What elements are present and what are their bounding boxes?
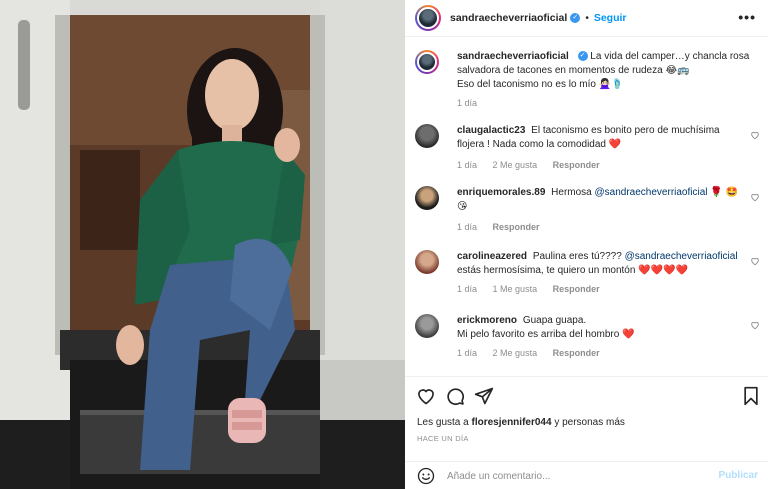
heart-icon[interactable] bbox=[750, 192, 760, 202]
likes-user[interactable]: floresjennifer044 bbox=[472, 417, 552, 428]
header-username[interactable]: sandraecheverriaoficial bbox=[450, 12, 567, 24]
reply-button[interactable]: Responder bbox=[493, 222, 540, 232]
comment-item: enriquemorales.89 Hermosa @sandraechever… bbox=[415, 186, 760, 236]
comment-input[interactable] bbox=[447, 466, 707, 486]
reply-button[interactable]: Responder bbox=[553, 284, 600, 294]
more-icon[interactable]: ••• bbox=[738, 9, 756, 25]
comment-body: carolineazered Paulina eres tú???? @sand… bbox=[457, 250, 738, 278]
post-sidebar: sandraecheverriaoficial ✓ • Seguir ••• s… bbox=[405, 0, 768, 489]
emoji-icon[interactable] bbox=[417, 467, 435, 485]
comment-text: Paulina eres tú???? bbox=[532, 251, 622, 262]
comment-emoji: ❤️ bbox=[622, 329, 635, 340]
comment-meta: 1 día 2 Me gusta Responder bbox=[457, 348, 613, 358]
post-time: HACE UN DÍA bbox=[417, 434, 469, 443]
comment-meta: 1 día 2 Me gusta Responder bbox=[457, 160, 613, 170]
comment-body: enriquemorales.89 Hermosa @sandraechever… bbox=[457, 186, 738, 214]
follow-button[interactable]: Seguir bbox=[594, 12, 627, 24]
comment-text-2: estás hermosísima, te quiero un montón bbox=[457, 265, 636, 276]
reply-button[interactable]: Responder bbox=[553, 348, 600, 358]
comment-time: 1 día bbox=[457, 222, 478, 232]
share-icon[interactable] bbox=[474, 386, 494, 406]
likes-suffix: y personas más bbox=[554, 417, 625, 428]
comment-item: erickmoreno Guapa guapa. Mi pelo favorit… bbox=[415, 314, 760, 364]
comment-likes[interactable]: 2 Me gusta bbox=[493, 348, 538, 358]
comment-username[interactable]: claugalactic23 bbox=[457, 125, 525, 136]
avatar[interactable] bbox=[415, 314, 439, 338]
comments-list[interactable]: sandraecheverriaoficial ✓ La vida del ca… bbox=[405, 38, 768, 376]
caption-text-2: Eso del taconismo no es lo mío 🙅🏻‍♀️🩴 bbox=[457, 79, 624, 90]
avatar[interactable] bbox=[415, 186, 439, 210]
comment-likes[interactable]: 1 Me gusta bbox=[493, 284, 538, 294]
comment-meta: 1 día 1 Me gusta Responder bbox=[457, 284, 613, 294]
comment-likes[interactable]: 2 Me gusta bbox=[493, 160, 538, 170]
caption-body: sandraecheverriaoficial ✓ La vida del ca… bbox=[457, 50, 760, 92]
caption-avatar[interactable] bbox=[415, 50, 439, 74]
comment-mention[interactable]: @sandraecheverriaoficial bbox=[625, 251, 738, 262]
heart-icon[interactable] bbox=[416, 386, 436, 406]
comment-username[interactable]: carolineazered bbox=[457, 251, 527, 262]
comment-username[interactable]: erickmoreno bbox=[457, 315, 517, 326]
post-header: sandraecheverriaoficial ✓ • Seguir ••• bbox=[405, 0, 768, 37]
comment-body: claugalactic23 El taconismo es bonito pe… bbox=[457, 124, 738, 152]
likes-summary[interactable]: Les gusta a floresjennifer044 y personas… bbox=[417, 417, 625, 428]
comment-emoji: ❤️ bbox=[608, 139, 622, 150]
heart-icon[interactable] bbox=[750, 130, 760, 140]
publish-button[interactable]: Publicar bbox=[719, 470, 758, 481]
caption-time: 1 día bbox=[457, 98, 478, 108]
heart-icon[interactable] bbox=[750, 320, 760, 330]
caption-username[interactable]: sandraecheverriaoficial bbox=[457, 51, 569, 62]
comment-body: erickmoreno Guapa guapa. Mi pelo favorit… bbox=[457, 314, 738, 342]
comment-time: 1 día bbox=[457, 160, 478, 170]
comment-username[interactable]: enriquemorales.89 bbox=[457, 187, 545, 198]
bookmark-icon[interactable] bbox=[741, 386, 761, 406]
verified-icon: ✓ bbox=[577, 51, 588, 62]
comment-icon[interactable] bbox=[445, 386, 465, 406]
heart-icon[interactable] bbox=[750, 256, 760, 266]
comment-text: Guapa guapa. bbox=[522, 315, 587, 326]
comment-text-2: Mi pelo favorito es arriba del hombro bbox=[457, 329, 620, 340]
verified-icon: ✓ bbox=[570, 13, 581, 23]
avatar[interactable] bbox=[415, 124, 439, 148]
header-separator: • bbox=[585, 12, 589, 24]
comment-emoji: ❤️❤️❤️❤️ bbox=[638, 265, 689, 276]
post-actions: Les gusta a floresjennifer044 y personas… bbox=[405, 376, 768, 456]
post-modal: sandraecheverriaoficial ✓ • Seguir ••• s… bbox=[0, 0, 768, 489]
comment-composer: Publicar bbox=[405, 461, 768, 489]
comment-meta: 1 día Responder bbox=[457, 222, 553, 232]
avatar[interactable] bbox=[415, 5, 441, 31]
comment-time: 1 día bbox=[457, 348, 478, 358]
caption: sandraecheverriaoficial ✓ La vida del ca… bbox=[415, 50, 760, 110]
likes-prefix: Les gusta a bbox=[417, 417, 469, 428]
photo-illustration bbox=[0, 0, 405, 489]
caption-meta: 1 día bbox=[457, 98, 490, 108]
comment-time: 1 día bbox=[457, 284, 478, 294]
comment-item: carolineazered Paulina eres tú???? @sand… bbox=[415, 250, 760, 300]
comment-text: Hermosa bbox=[551, 187, 592, 198]
reply-button[interactable]: Responder bbox=[553, 160, 600, 170]
comment-item: claugalactic23 El taconismo es bonito pe… bbox=[415, 124, 760, 174]
avatar[interactable] bbox=[415, 250, 439, 274]
post-photo[interactable] bbox=[0, 0, 405, 489]
comment-mention[interactable]: @sandraecheverriaoficial bbox=[595, 187, 708, 198]
